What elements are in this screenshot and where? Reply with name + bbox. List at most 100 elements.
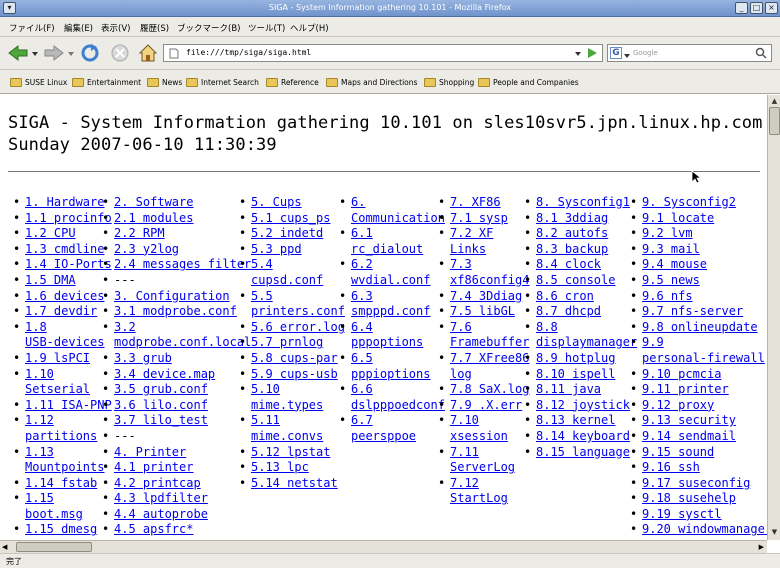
toc-link[interactable]: 1.14 fstab	[25, 476, 112, 492]
toc-item[interactable]: 1.6 devices	[13, 289, 112, 305]
toc-link[interactable]: ServerLog	[450, 460, 529, 476]
toc-link[interactable]: Mountpoints	[25, 460, 112, 476]
toc-item[interactable]: 9.19 sysctl	[630, 507, 767, 523]
toc-item[interactable]: 9.8 onlineupdate	[630, 320, 767, 336]
toc-link[interactable]: 8.2 autofs	[536, 226, 637, 242]
toc-link[interactable]: 3.5 grub.conf	[114, 382, 251, 398]
menu-file[interactable]: ファイル(F)	[9, 22, 55, 34]
forward-dropdown-icon[interactable]	[67, 50, 75, 60]
toc-link[interactable]: 3.7 lilo_test	[114, 413, 251, 429]
toc-link[interactable]: 6.1	[351, 226, 445, 242]
toc-link[interactable]: peersppoe	[351, 429, 445, 445]
toc-item[interactable]: 7.5 libGL	[438, 304, 529, 320]
toc-link[interactable]: 5.13 lpc	[251, 460, 345, 476]
toc-link[interactable]: 8.12 joystick	[536, 398, 637, 414]
toc-link[interactable]: 8.10 ispell	[536, 367, 637, 383]
toc-link[interactable]: 8.8	[536, 320, 637, 336]
toc-link[interactable]: 5.4	[251, 257, 345, 273]
toc-item[interactable]: 1.4 IO-Ports	[13, 257, 112, 273]
toc-item[interactable]: 5.3 ppd	[239, 242, 345, 258]
toc-link[interactable]: 2.3 y2log	[114, 242, 251, 258]
toc-item[interactable]: 1.11 ISA-PNP	[13, 398, 112, 414]
toc-link[interactable]: xf86config4	[450, 273, 529, 289]
toc-link[interactable]: 8.6 cron	[536, 289, 637, 305]
toc-link[interactable]: 9.15 sound	[642, 445, 767, 461]
toc-item[interactable]: 7.1 sysp	[438, 211, 529, 227]
toc-item[interactable]: 9.15 sound	[630, 445, 767, 461]
scroll-up-icon[interactable]: ▲	[769, 96, 780, 107]
toc-link[interactable]: 8.3 backup	[536, 242, 637, 258]
toc-link[interactable]: 7.6	[450, 320, 529, 336]
toc-item[interactable]: 8.3 backup	[524, 242, 637, 258]
toc-link[interactable]: 1.9 lsPCI	[25, 351, 112, 367]
toc-item[interactable]: 5. Cups	[239, 195, 345, 211]
toc-link[interactable]: displaymanager	[536, 335, 637, 351]
search-icon[interactable]	[755, 47, 767, 62]
toc-item[interactable]: 7.7 XFree86log	[438, 351, 529, 382]
toc-link[interactable]: 8.4 clock	[536, 257, 637, 273]
toc-link[interactable]: 7.2 XF	[450, 226, 529, 242]
toc-link[interactable]: 5.8 cups-par	[251, 351, 345, 367]
toc-item[interactable]: 7.4 3Ddiag	[438, 289, 529, 305]
toc-link[interactable]: 1.5 DMA	[25, 273, 112, 289]
toc-item[interactable]: 1.2 CPU	[13, 226, 112, 242]
bookmark-people-and-companies[interactable]: People and Companies	[478, 78, 579, 87]
toc-item[interactable]: 5.4cupsd.conf	[239, 257, 345, 288]
go-icon[interactable]	[586, 47, 598, 62]
toc-item[interactable]: 1.12partitions	[13, 413, 112, 444]
search-engine-dropdown-icon[interactable]	[624, 51, 630, 61]
toc-item[interactable]: 3.2modprobe.conf.local	[102, 320, 251, 351]
toc-link[interactable]: 5. Cups	[251, 195, 345, 211]
toc-link[interactable]: 9.10 pcmcia	[642, 367, 767, 383]
toc-link[interactable]: 5.1 cups_ps	[251, 211, 345, 227]
toc-item[interactable]: 9.1 locate	[630, 211, 767, 227]
toc-link[interactable]: 9.6 nfs	[642, 289, 767, 305]
toc-link[interactable]: 1.12	[25, 413, 112, 429]
toc-item[interactable]: 5.12 lpstat	[239, 445, 345, 461]
toc-link[interactable]: 6.7	[351, 413, 445, 429]
toc-item[interactable]: 7.2 XFLinks	[438, 226, 529, 257]
back-dropdown-icon[interactable]	[31, 50, 39, 60]
toc-item[interactable]: 5.13 lpc	[239, 460, 345, 476]
toc-item[interactable]: 4. Printer	[102, 445, 251, 461]
toc-item[interactable]: 1.5 DMA	[13, 273, 112, 289]
toc-link[interactable]: 6.3	[351, 289, 445, 305]
toc-item[interactable]: 8.7 dhcpd	[524, 304, 637, 320]
toc-item[interactable]: 1.8USB-devices	[13, 320, 112, 351]
toc-link[interactable]: 9.13 security	[642, 413, 767, 429]
toc-item[interactable]: 6.7peersppoe	[339, 413, 445, 444]
toc-link[interactable]: 8.5 console	[536, 273, 637, 289]
stop-icon[interactable]	[110, 43, 130, 66]
reload-icon[interactable]	[80, 43, 100, 66]
scroll-down-icon[interactable]: ▼	[769, 527, 780, 538]
toc-link[interactable]: 8.13 kernel	[536, 413, 637, 429]
toc-item[interactable]: 4.1 printer	[102, 460, 251, 476]
toc-item[interactable]: 5.10mime.types	[239, 382, 345, 413]
menu-tools[interactable]: ツール(T)	[248, 22, 285, 34]
toc-link[interactable]: 9.7 nfs-server	[642, 304, 767, 320]
toc-link[interactable]: 7.5 libGL	[450, 304, 529, 320]
toc-link[interactable]: printers.conf	[251, 304, 345, 320]
toc-link[interactable]: 5.3 ppd	[251, 242, 345, 258]
toc-link[interactable]: pppoptions	[351, 335, 445, 351]
toc-item[interactable]: 9.13 security	[630, 413, 767, 429]
toc-link[interactable]: 6.4	[351, 320, 445, 336]
toc-link[interactable]: 1.4 IO-Ports	[25, 257, 112, 273]
toc-item[interactable]: 7.6Framebuffer	[438, 320, 529, 351]
toc-item[interactable]: 3.3 grub	[102, 351, 251, 367]
toc-item[interactable]: 4.3 lpdfilter	[102, 491, 251, 507]
toc-link[interactable]: 7.10	[450, 413, 529, 429]
toc-item[interactable]: 8.1 3ddiag	[524, 211, 637, 227]
toc-item[interactable]: 6.Communication	[339, 195, 445, 226]
toc-link[interactable]: dslpppoedconf	[351, 398, 445, 414]
toc-item[interactable]: 8.11 java	[524, 382, 637, 398]
toc-item[interactable]: 6.1rc_dialout	[339, 226, 445, 257]
toc-item[interactable]: 5.6 error.log	[239, 320, 345, 336]
toc-link[interactable]: 3.6 lilo.conf	[114, 398, 251, 414]
toc-item[interactable]: 5.14 netstat	[239, 476, 345, 492]
toc-item[interactable]: 7.8 SaX.log	[438, 382, 529, 398]
toc-item[interactable]: 3.6 lilo.conf	[102, 398, 251, 414]
toc-link[interactable]: 8.11 java	[536, 382, 637, 398]
toc-link[interactable]: 1.15	[25, 491, 112, 507]
toc-link[interactable]: 8.15 language	[536, 445, 637, 461]
